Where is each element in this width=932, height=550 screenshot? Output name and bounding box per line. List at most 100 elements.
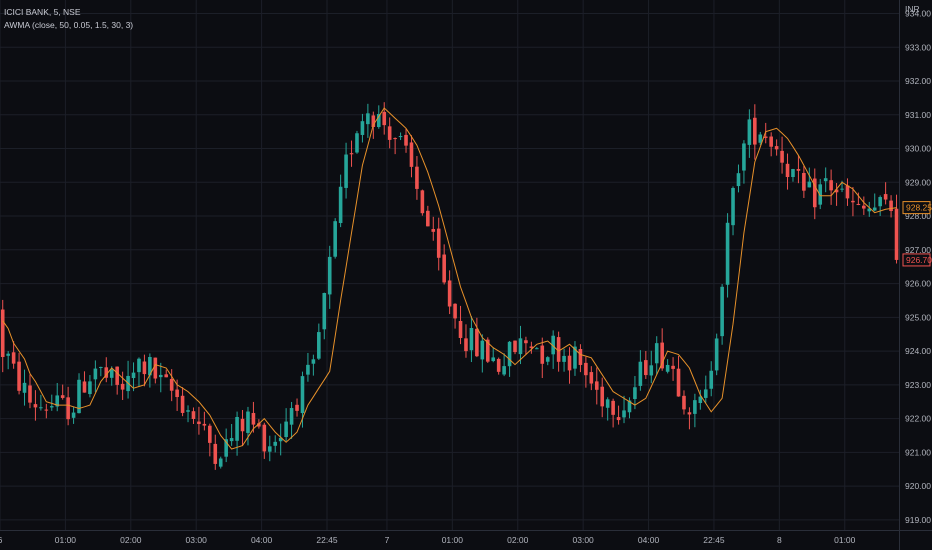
candle-body [393, 138, 397, 140]
candle-body [213, 443, 218, 464]
candle-body [496, 358, 501, 372]
candle-body [687, 412, 692, 415]
candle-body [436, 228, 441, 258]
candle-body [355, 133, 359, 153]
candle-body [327, 256, 332, 295]
candle-body [742, 143, 746, 171]
candle-body [262, 424, 267, 452]
candle-body [731, 188, 735, 226]
candle-body [611, 400, 615, 415]
candle-body [649, 365, 654, 376]
candle-body [153, 357, 158, 379]
candle-body [82, 381, 87, 393]
candle-body [464, 338, 468, 352]
x-tick-label: 03:00 [186, 535, 208, 545]
candle-body [6, 353, 10, 356]
y-tick-label: 924.00 [905, 346, 931, 356]
candle-body [780, 150, 784, 163]
candle-body [753, 117, 757, 145]
candle-body [453, 303, 457, 319]
candle-body [420, 190, 425, 214]
candle-body [682, 395, 686, 410]
candle-body [426, 210, 430, 227]
candle-body [725, 222, 730, 285]
candle-body [856, 203, 861, 205]
y-tick-label: 930.00 [905, 144, 931, 154]
candle-body [540, 345, 545, 364]
candle-body [306, 364, 310, 375]
candle-body [137, 358, 141, 373]
candle-body [442, 254, 446, 283]
candle-body [894, 208, 899, 260]
candle-body [349, 153, 354, 155]
candle-body [398, 136, 403, 138]
awma-price-tag-text: 928.25 [906, 203, 932, 213]
candle-body [409, 142, 414, 167]
candle-body [158, 374, 163, 378]
currency-label: INR [905, 4, 920, 14]
candle-body [502, 366, 506, 375]
candle-body [829, 180, 833, 191]
candle-body [251, 412, 256, 425]
candle-body [208, 425, 212, 443]
x-tick-label: 02:00 [120, 535, 142, 545]
candle-body [567, 355, 572, 371]
candle-body [415, 166, 419, 189]
plot-background [0, 0, 932, 550]
candle-body [638, 361, 643, 386]
y-tick-label: 929.00 [905, 177, 931, 187]
candle-body [720, 286, 724, 337]
last-price-tag-text: 926.70 [906, 255, 932, 265]
awma-price-tag: 928.25 [902, 201, 932, 215]
price-chart[interactable]: 919.00 920.00 921.00 922.00 923.00 924.00 925.… [0, 0, 932, 550]
candle-body [633, 387, 637, 400]
candle-body [507, 341, 512, 367]
y-tick-label: 922.00 [905, 414, 931, 424]
candle-body [11, 352, 16, 364]
y-tick-label: 921.00 [905, 447, 931, 457]
candle-body [17, 361, 21, 391]
x-tick-label: 8 [777, 535, 782, 545]
candle-body [589, 372, 594, 384]
candle-body [703, 389, 708, 398]
candle-body [180, 395, 185, 413]
candle-body [791, 169, 795, 178]
candle-body [747, 119, 752, 145]
candle-body [878, 197, 882, 207]
candle-body [191, 411, 196, 419]
candle-body [807, 181, 812, 188]
candle-body [796, 169, 801, 171]
x-tick-label: 01:00 [834, 535, 856, 545]
candle-body [671, 365, 675, 369]
indicator-title[interactable]: AWMA (close, 50, 0.05, 1.5, 30, 3) [4, 19, 133, 32]
symbol-title[interactable]: ICICI BANK, 5, NSE [4, 6, 133, 19]
candle-body [322, 292, 327, 330]
candle-body [872, 207, 877, 211]
candle-body [562, 355, 566, 362]
candle-body [382, 111, 387, 126]
candle-body [431, 229, 436, 232]
candle-body [311, 359, 316, 364]
candle-body [763, 136, 768, 138]
candle-body [295, 404, 299, 411]
candle-body [491, 357, 496, 362]
candle-body [785, 163, 790, 178]
x-tick-label: 04:00 [251, 535, 273, 545]
candle-body [578, 348, 583, 365]
candle-body [366, 113, 370, 125]
y-tick-label: 932.00 [905, 76, 931, 86]
candle-body [769, 136, 773, 147]
candle-body [88, 381, 92, 395]
chart-window: 919.00 920.00 921.00 922.00 923.00 924.00 925.… [0, 0, 932, 550]
candle-body [693, 400, 697, 414]
candle-body [131, 372, 136, 379]
x-tick-label: 7 [385, 535, 390, 545]
y-tick-label: 919.00 [905, 515, 931, 525]
candle-body [774, 146, 779, 150]
x-tick-label: 01:00 [55, 535, 77, 545]
candle-body [360, 121, 365, 135]
candle-body [513, 340, 517, 353]
candle-body [93, 368, 98, 380]
candle-body [338, 186, 343, 224]
candle-body [60, 395, 65, 398]
